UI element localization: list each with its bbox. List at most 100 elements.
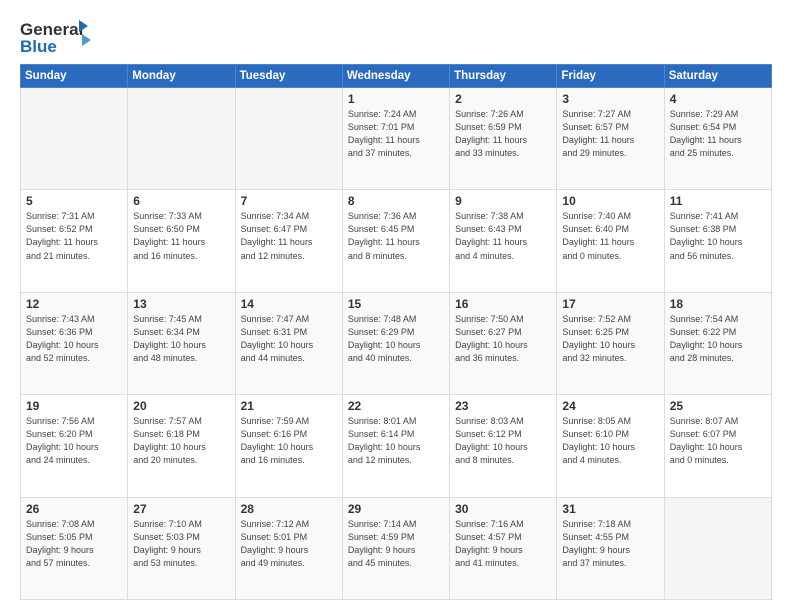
calendar-cell xyxy=(235,88,342,190)
calendar-cell: 6 Sunrise: 7:33 AMSunset: 6:50 PMDaylight… xyxy=(128,190,235,292)
week-row-1: 1Sunrise: 7:24 AMSunset: 7:01 PMDaylight… xyxy=(21,88,772,190)
day-number: 29 xyxy=(348,502,444,516)
day-number: 9 xyxy=(455,194,551,208)
weekday-friday: Friday xyxy=(557,65,664,88)
week-row-3: 12 Sunrise: 7:43 AMSunset: 6:36 PMDayligh… xyxy=(21,292,772,394)
day-detail: Sunrise: 7:18 AMSunset: 4:55 PMDaylight:… xyxy=(562,518,658,570)
day-detail: Sunrise: 7:57 AMSunset: 6:18 PMDaylight:… xyxy=(133,415,229,467)
day-number: 26 xyxy=(26,502,122,516)
weekday-saturday: Saturday xyxy=(664,65,771,88)
day-detail: Sunrise: 8:01 AMSunset: 6:14 PMDaylight:… xyxy=(348,415,444,467)
calendar-cell: 29Sunrise: 7:14 AMSunset: 4:59 PMDayligh… xyxy=(342,497,449,599)
calendar-cell: 13 Sunrise: 7:45 AMSunset: 6:34 PMDayligh… xyxy=(128,292,235,394)
calendar-cell: 27 Sunrise: 7:10 AMSunset: 5:03 PMDayligh… xyxy=(128,497,235,599)
week-row-5: 26 Sunrise: 7:08 AMSunset: 5:05 PMDayligh… xyxy=(21,497,772,599)
day-number: 3 xyxy=(562,92,658,106)
day-number: 19 xyxy=(26,399,122,413)
day-number: 22 xyxy=(348,399,444,413)
day-detail: Sunrise: 7:54 AMSunset: 6:22 PMDaylight:… xyxy=(670,313,766,365)
day-number: 20 xyxy=(133,399,229,413)
calendar-cell: 23Sunrise: 8:03 AMSunset: 6:12 PMDayligh… xyxy=(450,395,557,497)
day-detail: Sunrise: 7:27 AMSunset: 6:57 PMDaylight:… xyxy=(562,108,658,160)
calendar-cell: 1Sunrise: 7:24 AMSunset: 7:01 PMDaylight… xyxy=(342,88,449,190)
calendar-cell: 16Sunrise: 7:50 AMSunset: 6:27 PMDayligh… xyxy=(450,292,557,394)
day-detail: Sunrise: 7:45 AMSunset: 6:34 PMDaylight:… xyxy=(133,313,229,365)
day-number: 28 xyxy=(241,502,337,516)
calendar-cell: 21Sunrise: 7:59 AMSunset: 6:16 PMDayligh… xyxy=(235,395,342,497)
day-number: 6 xyxy=(133,194,229,208)
calendar-cell: 19Sunrise: 7:56 AMSunset: 6:20 PMDayligh… xyxy=(21,395,128,497)
day-number: 11 xyxy=(670,194,766,208)
calendar-cell: 30Sunrise: 7:16 AMSunset: 4:57 PMDayligh… xyxy=(450,497,557,599)
day-detail: Sunrise: 7:33 AMSunset: 6:50 PMDaylight:… xyxy=(133,210,229,262)
logo-graphic: GeneralBlue xyxy=(20,18,95,56)
calendar-cell: 9 Sunrise: 7:38 AMSunset: 6:43 PMDaylight… xyxy=(450,190,557,292)
calendar-cell: 28 Sunrise: 7:12 AMSunset: 5:01 PMDayligh… xyxy=(235,497,342,599)
day-number: 8 xyxy=(348,194,444,208)
calendar-cell: 24 Sunrise: 8:05 AMSunset: 6:10 PMDayligh… xyxy=(557,395,664,497)
calendar-cell: 15 Sunrise: 7:48 AMSunset: 6:29 PMDayligh… xyxy=(342,292,449,394)
calendar-cell: 10 Sunrise: 7:40 AMSunset: 6:40 PMDayligh… xyxy=(557,190,664,292)
day-detail: Sunrise: 7:48 AMSunset: 6:29 PMDaylight:… xyxy=(348,313,444,365)
calendar-cell: 31Sunrise: 7:18 AMSunset: 4:55 PMDayligh… xyxy=(557,497,664,599)
day-detail: Sunrise: 7:38 AMSunset: 6:43 PMDaylight:… xyxy=(455,210,551,262)
day-number: 10 xyxy=(562,194,658,208)
day-detail: Sunrise: 7:40 AMSunset: 6:40 PMDaylight:… xyxy=(562,210,658,262)
day-number: 5 xyxy=(26,194,122,208)
week-row-4: 19Sunrise: 7:56 AMSunset: 6:20 PMDayligh… xyxy=(21,395,772,497)
day-detail: Sunrise: 7:52 AMSunset: 6:25 PMDaylight:… xyxy=(562,313,658,365)
day-number: 23 xyxy=(455,399,551,413)
page: GeneralBlue SundayMondayTuesdayWednesday… xyxy=(0,0,792,612)
day-detail: Sunrise: 7:47 AMSunset: 6:31 PMDaylight:… xyxy=(241,313,337,365)
day-number: 24 xyxy=(562,399,658,413)
weekday-sunday: Sunday xyxy=(21,65,128,88)
calendar-cell: 12 Sunrise: 7:43 AMSunset: 6:36 PMDayligh… xyxy=(21,292,128,394)
day-detail: Sunrise: 7:34 AMSunset: 6:47 PMDaylight:… xyxy=(241,210,337,262)
day-number: 18 xyxy=(670,297,766,311)
day-detail: Sunrise: 7:08 AMSunset: 5:05 PMDaylight:… xyxy=(26,518,122,570)
day-detail: Sunrise: 7:43 AMSunset: 6:36 PMDaylight:… xyxy=(26,313,122,365)
calendar-cell: 25 Sunrise: 8:07 AMSunset: 6:07 PMDayligh… xyxy=(664,395,771,497)
day-detail: Sunrise: 7:26 AMSunset: 6:59 PMDaylight:… xyxy=(455,108,551,160)
calendar-cell: 14Sunrise: 7:47 AMSunset: 6:31 PMDayligh… xyxy=(235,292,342,394)
day-number: 2 xyxy=(455,92,551,106)
calendar-cell xyxy=(21,88,128,190)
day-number: 15 xyxy=(348,297,444,311)
calendar-cell: 3 Sunrise: 7:27 AMSunset: 6:57 PMDaylight… xyxy=(557,88,664,190)
header: GeneralBlue xyxy=(20,18,772,56)
weekday-tuesday: Tuesday xyxy=(235,65,342,88)
day-number: 7 xyxy=(241,194,337,208)
calendar-cell: 18 Sunrise: 7:54 AMSunset: 6:22 PMDayligh… xyxy=(664,292,771,394)
calendar-cell xyxy=(664,497,771,599)
calendar-cell: 22 Sunrise: 8:01 AMSunset: 6:14 PMDayligh… xyxy=(342,395,449,497)
day-detail: Sunrise: 8:07 AMSunset: 6:07 PMDaylight:… xyxy=(670,415,766,467)
day-number: 27 xyxy=(133,502,229,516)
day-number: 21 xyxy=(241,399,337,413)
weekday-header-row: SundayMondayTuesdayWednesdayThursdayFrid… xyxy=(21,65,772,88)
svg-text:Blue: Blue xyxy=(20,37,57,56)
day-detail: Sunrise: 7:12 AMSunset: 5:01 PMDaylight:… xyxy=(241,518,337,570)
day-number: 13 xyxy=(133,297,229,311)
day-detail: Sunrise: 8:05 AMSunset: 6:10 PMDaylight:… xyxy=(562,415,658,467)
day-number: 17 xyxy=(562,297,658,311)
day-detail: Sunrise: 7:10 AMSunset: 5:03 PMDaylight:… xyxy=(133,518,229,570)
day-detail: Sunrise: 7:31 AMSunset: 6:52 PMDaylight:… xyxy=(26,210,122,262)
day-number: 16 xyxy=(455,297,551,311)
calendar-cell: 7 Sunrise: 7:34 AMSunset: 6:47 PMDaylight… xyxy=(235,190,342,292)
weekday-monday: Monday xyxy=(128,65,235,88)
calendar-cell: 8 Sunrise: 7:36 AMSunset: 6:45 PMDaylight… xyxy=(342,190,449,292)
calendar-cell: 26 Sunrise: 7:08 AMSunset: 5:05 PMDayligh… xyxy=(21,497,128,599)
day-detail: Sunrise: 7:36 AMSunset: 6:45 PMDaylight:… xyxy=(348,210,444,262)
day-number: 25 xyxy=(670,399,766,413)
day-number: 1 xyxy=(348,92,444,106)
day-detail: Sunrise: 7:16 AMSunset: 4:57 PMDaylight:… xyxy=(455,518,551,570)
calendar-cell: 2 Sunrise: 7:26 AMSunset: 6:59 PMDaylight… xyxy=(450,88,557,190)
day-detail: Sunrise: 7:29 AMSunset: 6:54 PMDaylight:… xyxy=(670,108,766,160)
day-detail: Sunrise: 7:41 AMSunset: 6:38 PMDaylight:… xyxy=(670,210,766,262)
day-number: 12 xyxy=(26,297,122,311)
calendar-cell: 5 Sunrise: 7:31 AMSunset: 6:52 PMDaylight… xyxy=(21,190,128,292)
day-number: 4 xyxy=(670,92,766,106)
calendar-cell: 20 Sunrise: 7:57 AMSunset: 6:18 PMDayligh… xyxy=(128,395,235,497)
calendar-cell: 4 Sunrise: 7:29 AMSunset: 6:54 PMDaylight… xyxy=(664,88,771,190)
week-row-2: 5 Sunrise: 7:31 AMSunset: 6:52 PMDaylight… xyxy=(21,190,772,292)
